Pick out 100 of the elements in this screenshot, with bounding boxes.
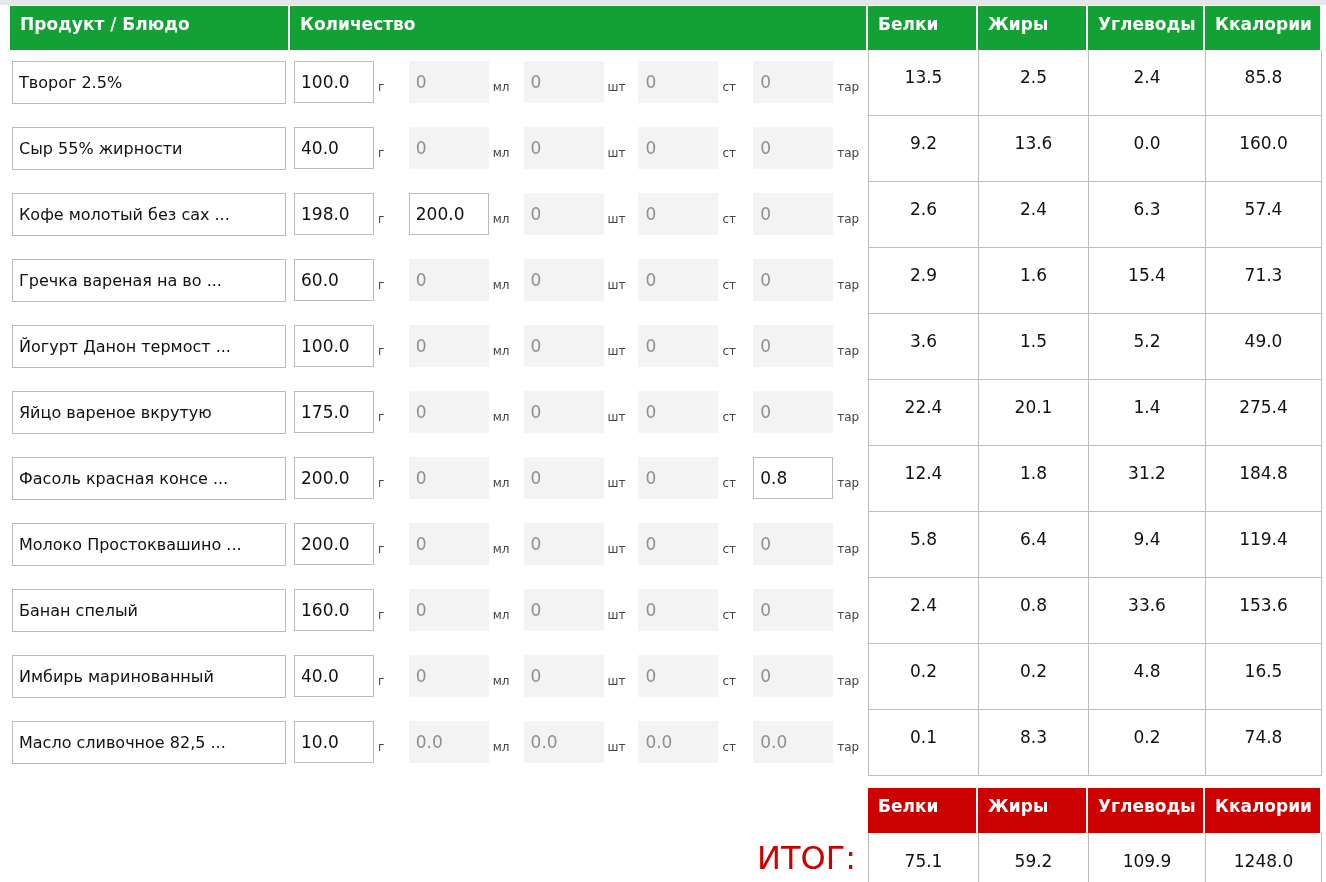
table-cell: 33.6 — [1088, 578, 1205, 644]
column-header: Ккалории — [1205, 6, 1322, 50]
unit-label: шт — [607, 475, 626, 492]
unit-label: шт — [607, 277, 626, 294]
unit-label: г — [378, 739, 385, 756]
table-cell: 5.8 — [868, 512, 978, 578]
unit-label: г — [378, 211, 385, 228]
unit-label: г — [378, 145, 385, 162]
unit-label: мл — [492, 409, 510, 426]
total-label: ИТОГ: — [756, 838, 857, 879]
unit-label: ст — [722, 673, 736, 690]
unit-label: ст — [722, 409, 736, 426]
table-cell: 13.6 — [978, 116, 1088, 182]
unit-label: г — [378, 409, 385, 426]
quantity-field[interactable]: 10.0 — [294, 721, 374, 763]
unit-label: мл — [492, 739, 510, 756]
product-field[interactable]: Творог 2.5% — [12, 61, 286, 104]
quantity-field[interactable]: 200.0 — [294, 523, 374, 565]
table-cell: 1.5 — [978, 314, 1088, 380]
table-cell: 16.5 — [1205, 644, 1322, 710]
quantity-field[interactable]: 0.8 — [753, 457, 834, 499]
table-cell: 8.3 — [978, 710, 1088, 776]
unit-label: тар — [837, 673, 860, 690]
quantity-field[interactable]: 200.0 — [294, 457, 374, 499]
total-cell: 109.9 — [1088, 833, 1205, 882]
table-cell: 2.4 — [868, 578, 978, 644]
table-cell: 4.8 — [1088, 644, 1205, 710]
column-header: Жиры — [978, 788, 1088, 833]
quantity-field[interactable]: 100.0 — [294, 61, 374, 103]
unit-label: ст — [722, 343, 736, 360]
quantity-field[interactable]: 40.0 — [294, 655, 374, 697]
quantity-field[interactable]: 175.0 — [294, 391, 374, 433]
product-field[interactable]: Имбирь маринованный — [12, 655, 286, 698]
product-field[interactable]: Фасоль красная консе ... — [12, 457, 286, 500]
unit-label: шт — [607, 409, 626, 426]
column-header: Ккалории — [1205, 788, 1322, 833]
unit-label: ст — [722, 79, 736, 96]
table-cell: 2.5 — [978, 50, 1088, 116]
table-cell: 71.3 — [1205, 248, 1322, 314]
unit-label: ст — [722, 541, 736, 558]
unit-label: ст — [722, 475, 736, 492]
unit-label: тар — [837, 541, 860, 558]
table-cell: 74.8 — [1205, 710, 1322, 776]
quantity-field[interactable]: 40.0 — [294, 127, 374, 169]
unit-label: тар — [837, 277, 860, 294]
unit-label: шт — [607, 541, 626, 558]
product-field[interactable]: Банан спелый — [12, 589, 286, 632]
unit-label: шт — [607, 211, 626, 228]
unit-label: тар — [837, 409, 860, 426]
total-cell: 59.2 — [978, 833, 1088, 882]
table-cell: 13.5 — [868, 50, 978, 116]
unit-label: мл — [492, 475, 510, 492]
table-cell: 57.4 — [1205, 182, 1322, 248]
table-cell: 1.6 — [978, 248, 1088, 314]
table-cell: 0.2 — [1088, 710, 1205, 776]
table-cell: 6.3 — [1088, 182, 1205, 248]
unit-label: тар — [837, 145, 860, 162]
column-header: Белки — [868, 6, 978, 50]
unit-label: г — [378, 673, 385, 690]
quantity-field[interactable]: 60.0 — [294, 259, 374, 301]
column-header: Белки — [868, 788, 978, 833]
table-cell: 2.6 — [868, 182, 978, 248]
unit-label: тар — [837, 475, 860, 492]
table-cell: 184.8 — [1205, 446, 1322, 512]
table-cell: 20.1 — [978, 380, 1088, 446]
unit-label: мл — [492, 343, 510, 360]
table-cell: 5.2 — [1088, 314, 1205, 380]
quantity-field[interactable]: 160.0 — [294, 589, 374, 631]
unit-label: г — [378, 475, 385, 492]
table-cell: 2.4 — [1088, 50, 1205, 116]
table-cell: 160.0 — [1205, 116, 1322, 182]
unit-label: мл — [492, 277, 510, 294]
product-field[interactable]: Масло сливочное 82,5 ... — [12, 721, 286, 764]
unit-label: г — [378, 541, 385, 558]
unit-label: мл — [492, 607, 510, 624]
unit-label: тар — [837, 343, 860, 360]
quantity-field[interactable]: 198.0 — [294, 193, 374, 235]
unit-label: тар — [837, 79, 860, 96]
table-cell: 2.4 — [978, 182, 1088, 248]
unit-label: шт — [607, 673, 626, 690]
product-field[interactable]: Гречка вареная на во ... — [12, 259, 286, 302]
table-cell: 0.0 — [1088, 116, 1205, 182]
table-cell: 15.4 — [1088, 248, 1205, 314]
product-field[interactable]: Сыр 55% жирности — [12, 127, 286, 170]
unit-label: г — [378, 343, 385, 360]
product-field[interactable]: Яйцо вареное вкрутую — [12, 391, 286, 434]
unit-label: ст — [722, 211, 736, 228]
unit-label: мл — [492, 541, 510, 558]
quantity-field[interactable]: 100.0 — [294, 325, 374, 367]
product-field[interactable]: Молоко Простоквашино ... — [12, 523, 286, 566]
table-cell: 22.4 — [868, 380, 978, 446]
product-field[interactable]: Кофе молотый без сах ... — [12, 193, 286, 236]
table-cell: 2.9 — [868, 248, 978, 314]
unit-label: шт — [607, 739, 626, 756]
unit-label: мл — [492, 79, 510, 96]
column-header: Жиры — [978, 6, 1088, 50]
table-cell: 9.4 — [1088, 512, 1205, 578]
product-field[interactable]: Йогурт Данон термост ... — [12, 325, 286, 368]
unit-label: шт — [607, 145, 626, 162]
quantity-field[interactable]: 200.0 — [408, 193, 489, 235]
